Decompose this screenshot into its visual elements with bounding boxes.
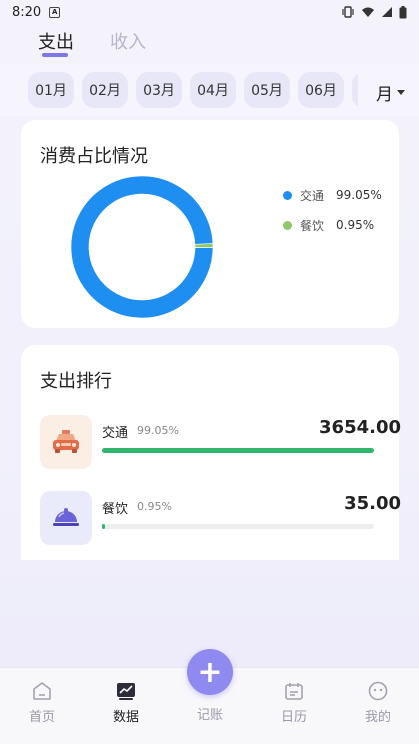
legend-name: 餐饮	[300, 218, 325, 233]
nav-data[interactable]: 数据	[96, 680, 156, 725]
taxi-icon	[40, 415, 92, 469]
ranking-item-percent: 99.05%	[137, 424, 179, 437]
pie-card-title: 消费占比情况	[40, 146, 148, 167]
add-record-button[interactable]: +	[187, 649, 233, 695]
ranking-item-amount: 35.00	[344, 493, 401, 514]
ranking-item-transport[interactable]: 交通 99.05% 3654.00	[40, 415, 401, 471]
month-chip-05[interactable]: 05月	[244, 72, 290, 108]
chart-legend: 交通 99.05% 餐饮 0.95%	[283, 186, 382, 246]
caret-down-icon	[397, 90, 405, 95]
vibrate-icon	[342, 6, 354, 18]
ranking-item-percent: 0.95%	[137, 500, 172, 513]
nav-home[interactable]: 首页	[12, 680, 72, 725]
tab-expense[interactable]: 支出	[38, 26, 74, 57]
month-chip-partial[interactable]	[352, 72, 358, 108]
plus-icon: +	[197, 654, 223, 690]
month-chip-04[interactable]: 04月	[190, 72, 236, 108]
donut-slice-transport[interactable]	[71, 176, 213, 318]
ranking-item-name: 餐饮	[102, 502, 129, 517]
expense-share-card: 消费占比情况 交通 99.05% 餐饮 0.95%	[21, 120, 399, 328]
ranking-item-name: 交通	[102, 426, 129, 441]
nav-home-label: 首页	[28, 710, 55, 725]
nav-data-label: 数据	[112, 710, 139, 725]
period-label: 月	[376, 85, 393, 105]
month-list: 01月 02月 03月 04月 05月 06月	[28, 72, 358, 108]
battery-icon	[399, 5, 407, 18]
food-cloche-icon	[40, 491, 92, 545]
expense-ranking-card: 支出排行 交通 99.05% 3654.00 餐饮 0.95% 35.00	[21, 345, 401, 560]
tab-income[interactable]: 收入	[110, 26, 146, 54]
status-bar: 8:20 A	[0, 0, 419, 24]
nav-calendar[interactable]: 日历	[264, 680, 324, 725]
calendar-icon	[285, 683, 303, 700]
nav-bookkeeping[interactable]: 记账	[180, 704, 240, 723]
month-chip-01[interactable]: 01月	[28, 72, 74, 108]
type-tabs: 支出 收入	[0, 26, 419, 62]
period-dropdown[interactable]: 月	[376, 80, 405, 105]
ranking-card-title: 支出排行	[40, 371, 112, 392]
home-icon	[33, 682, 51, 700]
ranking-progress-fill	[102, 448, 374, 453]
legend-name: 交通	[300, 188, 325, 203]
legend-item-food: 餐饮 0.95%	[283, 216, 382, 234]
month-chip-02[interactable]: 02月	[82, 72, 128, 108]
nav-profile[interactable]: 我的	[348, 680, 408, 725]
legend-percent: 99.05%	[336, 188, 382, 202]
legend-percent: 0.95%	[336, 218, 375, 232]
donut-chart	[71, 176, 213, 318]
status-time: 8:20	[12, 4, 42, 20]
signal-icon	[382, 7, 392, 17]
legend-dot-transport	[283, 190, 292, 200]
nav-calendar-label: 日历	[280, 710, 307, 725]
ranking-progress-fill	[102, 524, 106, 529]
nav-profile-label: 我的	[364, 710, 391, 725]
nav-bookkeeping-label: 记账	[196, 708, 223, 723]
profile-icon	[368, 681, 388, 701]
ranking-progress-track	[102, 448, 374, 453]
legend-dot-food	[283, 220, 292, 230]
month-chip-03[interactable]: 03月	[136, 72, 182, 108]
ranking-item-amount: 3654.00	[319, 417, 401, 438]
legend-item-transport: 交通 99.05%	[283, 186, 382, 204]
month-selector-bar: 01月 02月 03月 04月 05月 06月 月	[0, 64, 419, 116]
month-chip-06[interactable]: 06月	[298, 72, 344, 108]
ranking-progress-track	[102, 524, 374, 529]
notification-icon: A	[49, 6, 61, 18]
ranking-item-food[interactable]: 餐饮 0.95% 35.00	[40, 491, 401, 547]
chart-icon	[117, 683, 135, 700]
wifi-icon	[362, 7, 374, 17]
